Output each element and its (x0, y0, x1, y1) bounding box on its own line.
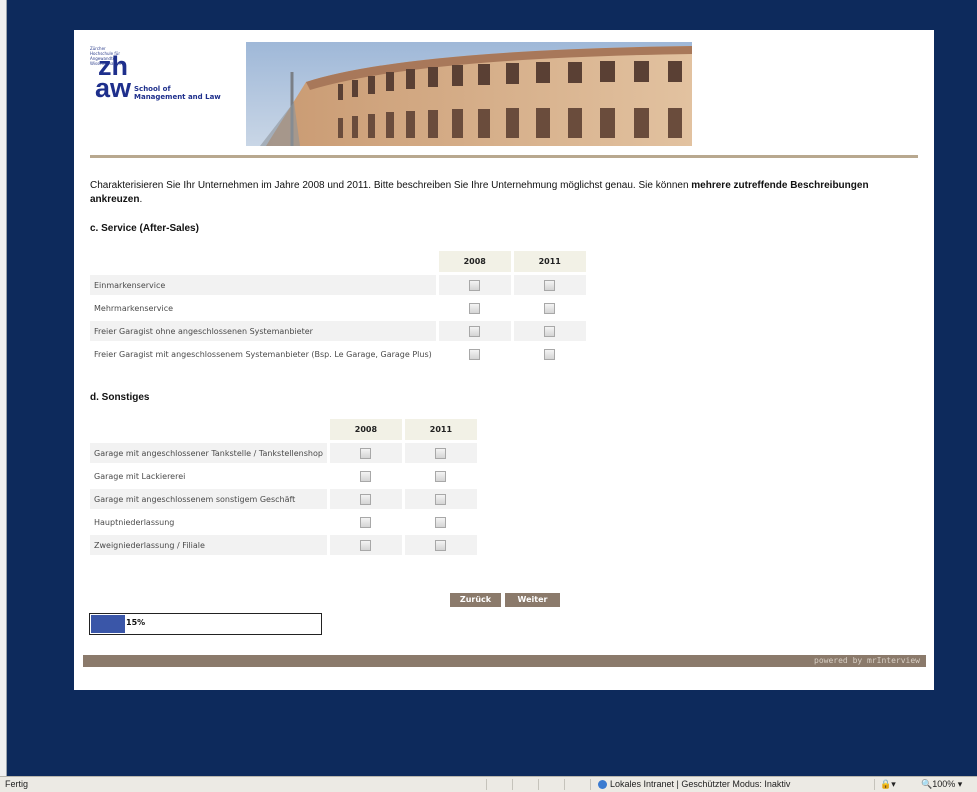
checkbox-tankstelle-2008[interactable] (360, 447, 372, 459)
section-d-grid: 2008 2011 Garage mit angeschlossener Tan… (87, 416, 480, 558)
table-row: Hauptniederlassung (90, 512, 477, 532)
checkbox-cell (405, 512, 477, 532)
logo-mark-bottom: aw (95, 73, 132, 103)
instruction-text: Charakterisieren Sie Ihr Unternehmen im … (90, 179, 910, 207)
checkbox-hauptniederlassung-2008[interactable] (360, 516, 372, 528)
checkbox-cell (439, 344, 511, 364)
checkbox-cell (439, 298, 511, 318)
checkbox-mehrmarkenservice-2008[interactable] (469, 302, 481, 314)
next-button[interactable]: Weiter (505, 593, 560, 607)
checkbox-lackiererei-2011[interactable] (435, 470, 447, 482)
zoom-control[interactable]: 🔍100% ▾ (921, 779, 962, 790)
status-separator (486, 779, 487, 790)
grid-corner (90, 419, 327, 440)
logo-school-line1: School of (134, 85, 171, 93)
checkbox-cell (404, 489, 477, 509)
checkbox-cell (329, 535, 402, 555)
section-d-title: d. Sonstiges (90, 392, 150, 403)
table-row: Zweigniederlassung / Filiale (90, 535, 477, 555)
checkbox-cell (330, 512, 402, 532)
checkbox-cell (330, 466, 402, 486)
checkbox-einmarkenservice-2011[interactable] (544, 279, 556, 291)
checkbox-zweigniederlassung-2011[interactable] (435, 539, 447, 551)
table-row: Freier Garagist mit angeschlossenem Syst… (90, 344, 586, 364)
instruction-main: Charakterisieren Sie Ihr Unternehmen im … (90, 180, 692, 191)
checkbox-hauptniederlassung-2011[interactable] (435, 516, 447, 528)
row-label: Garage mit angeschlossener Tankstelle / … (90, 443, 327, 463)
checkbox-geschaeft-2008[interactable] (360, 493, 372, 505)
checkbox-freier-ohne-2011[interactable] (544, 325, 556, 337)
checkbox-mehrmarkenservice-2011[interactable] (544, 302, 556, 314)
logo-school-line2: Management and Law (134, 93, 221, 101)
status-text: Fertig (5, 779, 29, 789)
section-d-header-2011: 2011 (404, 419, 477, 440)
section-c-header-2008: 2008 (438, 251, 511, 272)
security-zone[interactable]: Lokales Intranet | Geschützter Modus: In… (598, 779, 791, 790)
row-label: Einmarkenservice (90, 275, 436, 295)
status-separator (538, 779, 539, 790)
row-label: Freier Garagist ohne angeschlossenen Sys… (90, 321, 436, 341)
security-zone-text: Lokales Intranet | Geschützter Modus: In… (610, 779, 791, 789)
grid-corner (90, 251, 436, 272)
back-button[interactable]: Zurück (450, 593, 501, 607)
browser-status-bar: Fertig Lokales Intranet | Geschützter Mo… (0, 776, 977, 792)
status-separator (874, 779, 875, 790)
row-label: Zweigniederlassung / Filiale (90, 535, 327, 555)
section-c-header-2011: 2011 (513, 251, 586, 272)
checkbox-freier-mit-2008[interactable] (469, 348, 481, 360)
status-separator (590, 779, 591, 790)
checkbox-cell (513, 321, 586, 341)
window-left-edge (0, 0, 7, 776)
footer-bar: powered by mrInterview (83, 655, 926, 667)
header-rule (90, 155, 918, 158)
checkbox-cell (329, 489, 402, 509)
status-separator (564, 779, 565, 790)
row-label: Hauptniederlassung (94, 517, 175, 527)
checkbox-cell (404, 443, 477, 463)
zhaw-logo: Zürcher Hochschule für Angewandte Wissen… (90, 46, 240, 116)
checkbox-cell (329, 443, 402, 463)
progress-fill (91, 615, 126, 633)
zoom-level: 100% (932, 779, 956, 789)
security-icon[interactable]: 🔒▾ (880, 779, 896, 790)
row-label: Freier Garagist mit angeschlossenem Syst… (94, 349, 432, 359)
checkbox-freier-mit-2011[interactable] (544, 348, 556, 360)
progress-bar: 15% (89, 613, 322, 635)
table-row: Freier Garagist ohne angeschlossenen Sys… (90, 321, 586, 341)
table-row: Einmarkenservice (90, 275, 586, 295)
powered-by-text: powered by mrInterview (814, 656, 920, 665)
survey-page: Zürcher Hochschule für Angewandte Wissen… (74, 30, 934, 690)
checkbox-cell (404, 535, 477, 555)
table-row: Garage mit angeschlossener Tankstelle / … (90, 443, 477, 463)
checkbox-cell (514, 298, 586, 318)
table-row: Garage mit Lackiererei (90, 466, 477, 486)
checkbox-freier-ohne-2008[interactable] (469, 325, 481, 337)
row-label: Garage mit Lackiererei (94, 471, 186, 481)
progress-label: 15% (126, 618, 146, 627)
table-row: Garage mit angeschlossenem sonstigem Ges… (90, 489, 477, 509)
checkbox-cell (513, 275, 586, 295)
checkbox-cell (514, 344, 586, 364)
globe-icon (598, 780, 607, 790)
checkbox-einmarkenservice-2008[interactable] (469, 279, 481, 291)
checkbox-geschaeft-2011[interactable] (435, 493, 447, 505)
logo-school-name: School of Management and Law (134, 85, 221, 101)
row-label: Garage mit angeschlossenem sonstigem Ges… (90, 489, 327, 509)
instruction-end: . (139, 194, 143, 205)
row-label: Mehrmarkenservice (94, 303, 174, 313)
zoom-icon: 🔍 (921, 779, 933, 789)
building-banner-image (246, 42, 692, 146)
status-separator (512, 779, 513, 790)
checkbox-cell (438, 321, 511, 341)
checkbox-lackiererei-2008[interactable] (360, 470, 372, 482)
checkbox-zweigniederlassung-2008[interactable] (360, 539, 372, 551)
checkbox-cell (405, 466, 477, 486)
section-c-title: c. Service (After-Sales) (90, 223, 199, 234)
checkbox-cell (438, 275, 511, 295)
checkbox-tankstelle-2011[interactable] (435, 447, 447, 459)
table-row: Mehrmarkenservice (90, 298, 586, 318)
section-d-header-2008: 2008 (329, 419, 402, 440)
section-c-grid: 2008 2011 Einmarkenservice Mehrmarkenser… (87, 248, 589, 367)
